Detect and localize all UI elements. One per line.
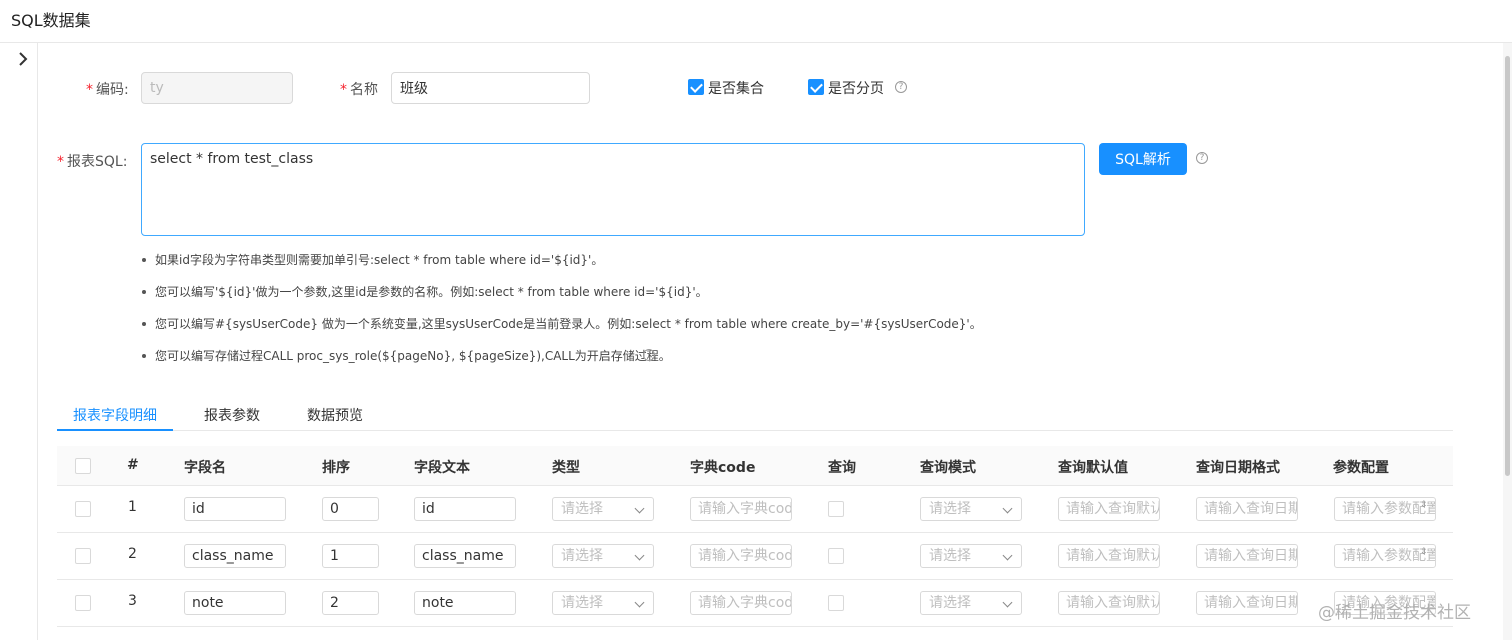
column-header: 参数配置 [1333,460,1389,476]
table-row: 2 class_name 1 class_name 请选择 请输入字典code … [57,533,1453,580]
column-header: 查询模式 [920,460,976,476]
query-checkbox[interactable] [828,501,844,517]
is-paged-checkbox[interactable] [808,79,824,95]
tab-data-preview[interactable]: 数据预览 [307,405,363,425]
table-header: # 字段名 排序 字段文本 类型 字典code 查询 查询模式 查询默认值 查询… [57,446,1453,486]
column-header: 查询 [828,460,856,476]
chevron-down-icon [634,503,645,514]
order-input[interactable]: 2 [322,591,379,615]
date-format-input[interactable]: 请输入查询日期格式 [1196,497,1298,521]
watermark: @稀土掘金技术社区 [1318,603,1471,623]
row-index: 1 [128,499,137,515]
tip-item: 如果id字段为字符串类型则需要加单引号:select * from table … [141,251,603,268]
column-header: 字段文本 [414,460,470,476]
default-value-input[interactable]: 请输入查询默认值 [1058,591,1160,615]
name-label: * 名称 [340,82,378,98]
chevron-right-icon[interactable] [15,51,31,67]
table-row: 1 id 0 id 请选择 请输入字典code 请选择 请输入查询默认值 请输入… [57,486,1453,533]
column-header: 字段名 [184,460,226,476]
order-input[interactable]: 0 [322,497,379,521]
row-checkbox[interactable] [75,548,91,564]
row-checkbox[interactable] [75,501,91,517]
column-header: 查询日期格式 [1196,460,1280,476]
dialog-header: SQL数据集 [0,0,1512,43]
row-index: 2 [128,546,137,562]
date-format-input[interactable]: 请输入查询日期格式 [1196,544,1298,568]
row-checkbox[interactable] [75,595,91,611]
sql-textarea[interactable]: select * from test_class [141,143,1085,236]
is-collection-checkbox[interactable] [688,79,704,95]
name-input[interactable] [391,72,590,104]
dict-code-input[interactable]: 请输入字典code [690,591,792,615]
type-select[interactable]: 请选择 [552,497,654,521]
table-row: 3 note 2 note 请选择 请输入字典code 请选择 请输入查询默认值… [57,580,1453,627]
tab-ink-bar [57,429,173,431]
column-header: 字典code [690,460,756,476]
type-select[interactable]: 请选择 [552,591,654,615]
field-name-input[interactable]: note [184,591,286,615]
help-icon[interactable]: ? [1196,152,1208,164]
query-mode-select[interactable]: 请选择 [920,544,1022,568]
sql-label: * 报表SQL: [57,154,128,170]
tab-report-params[interactable]: 报表参数 [204,405,260,425]
chevron-down-icon [1002,550,1013,561]
is-paged-label: 是否分页 [828,81,884,97]
is-collection-label: 是否集合 [708,81,764,97]
tip-item: 您可以编写存储过程CALL proc_sys_role(${pageNo}, $… [142,347,671,364]
query-mode-select[interactable]: 请选择 [920,591,1022,615]
field-name-input[interactable]: class_name [184,544,286,568]
date-format-input[interactable]: 请输入查询日期格式 [1196,591,1298,615]
default-value-input[interactable]: 请输入查询默认值 [1058,497,1160,521]
select-all-checkbox[interactable] [75,458,91,474]
expand-icon[interactable]: ⇳ [1419,548,1429,563]
code-label: * 编码: [86,82,129,98]
code-input[interactable] [141,72,293,104]
tab-field-details[interactable]: 报表字段明细 [73,405,157,425]
chevron-down-icon [634,550,645,561]
query-checkbox[interactable] [828,548,844,564]
help-icon[interactable]: ? [643,349,655,361]
detail-tabs: 报表字段明细 报表参数 数据预览 [57,398,1453,431]
type-select[interactable]: 请选择 [552,544,654,568]
dialog-title: SQL数据集 [11,11,91,30]
dict-code-input[interactable]: 请输入字典code [690,497,792,521]
default-value-input[interactable]: 请输入查询默认值 [1058,544,1160,568]
expand-icon[interactable]: ⇳ [1419,501,1429,516]
vertical-scrollbar[interactable] [1503,43,1512,640]
side-collapse-bar [0,43,38,640]
dict-code-input[interactable]: 请输入字典code [690,544,792,568]
help-icon[interactable]: ? [895,81,907,93]
field-text-input[interactable]: class_name [414,544,516,568]
column-header: 排序 [322,460,350,476]
tip-item: 您可以编写'${id}'做为一个参数,这里id是参数的名称。例如:select … [142,283,708,300]
order-input[interactable]: 1 [322,544,379,568]
sql-parse-button[interactable]: SQL解析 [1099,143,1187,175]
field-text-input[interactable]: id [414,497,516,521]
scrollbar-thumb[interactable] [1505,56,1510,476]
query-checkbox[interactable] [828,595,844,611]
field-text-input[interactable]: note [414,591,516,615]
chevron-down-icon [1002,597,1013,608]
query-mode-select[interactable]: 请选择 [920,497,1022,521]
chevron-down-icon [634,597,645,608]
chevron-down-icon [1002,503,1013,514]
tip-item: 您可以编写#{sysUserCode} 做为一个系统变量,这里sysUserCo… [142,315,982,332]
column-header: # [127,457,139,473]
column-header: 查询默认值 [1058,460,1128,476]
field-name-input[interactable]: id [184,497,286,521]
row-index: 3 [128,593,137,609]
column-header: 类型 [552,460,580,476]
